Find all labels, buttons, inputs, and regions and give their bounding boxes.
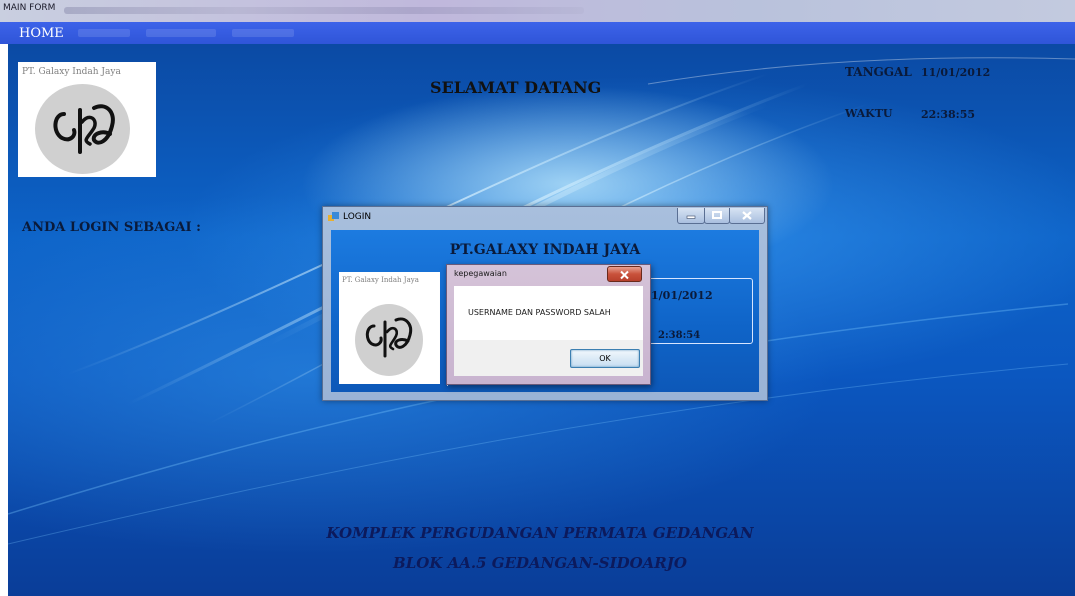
menu-item-home[interactable]: HOME bbox=[19, 26, 64, 41]
close-button[interactable] bbox=[729, 208, 765, 224]
company-logo-panel: PT. Galaxy Indah Jaya bbox=[18, 62, 156, 177]
maximize-button[interactable] bbox=[704, 208, 730, 224]
login-time-value: 2:38:54 bbox=[658, 330, 701, 341]
close-icon bbox=[620, 270, 629, 280]
login-cia-logo-icon bbox=[365, 317, 413, 358]
menu-bar: HOME bbox=[0, 22, 1075, 44]
minimize-icon bbox=[686, 215, 696, 219]
app-icon bbox=[328, 212, 339, 221]
message-box-text: USERNAME DAN PASSWORD SALAH bbox=[468, 308, 611, 317]
time-value: 22:38:55 bbox=[921, 108, 976, 121]
error-message-box: kepegawaian USERNAME DAN PASSWORD SALAH … bbox=[446, 264, 651, 385]
login-heading: PT.GALAXY INDAH JAYA bbox=[449, 242, 641, 258]
address-line-1: KOMPLEK PERGUDANGAN PERMATA GEDANGAN bbox=[326, 524, 754, 542]
login-as-label: ANDA LOGIN SEBAGAI : bbox=[22, 220, 201, 235]
title-bar-blurred-region bbox=[64, 7, 584, 14]
login-date-value: 1/01/2012 bbox=[651, 289, 713, 302]
date-value: 11/01/2012 bbox=[921, 66, 991, 79]
main-title-bar: MAIN FORM bbox=[0, 0, 1075, 22]
minimize-button[interactable] bbox=[677, 208, 705, 224]
date-label: TANGGAL bbox=[845, 65, 912, 79]
address-line-2: BLOK AA.5 GEDANGAN-SIDOARJO bbox=[393, 554, 687, 572]
login-logo-panel: PT. Galaxy Indah Jaya bbox=[339, 272, 440, 384]
cia-logo-icon bbox=[53, 104, 115, 154]
message-box-close-button[interactable] bbox=[607, 266, 642, 282]
menu-item-4[interactable] bbox=[232, 29, 294, 37]
maximize-icon bbox=[712, 211, 722, 219]
message-box-content: USERNAME DAN PASSWORD SALAH bbox=[454, 286, 643, 340]
main-window-title: MAIN FORM bbox=[3, 3, 56, 13]
ok-button[interactable]: OK bbox=[570, 349, 640, 368]
login-window-title: LOGIN bbox=[343, 212, 372, 222]
message-box-button-row: OK bbox=[454, 340, 643, 376]
message-box-title: kepegawaian bbox=[454, 269, 507, 278]
welcome-heading: SELAMAT DATANG bbox=[430, 78, 602, 97]
close-icon bbox=[742, 211, 752, 220]
menu-item-3[interactable] bbox=[146, 29, 216, 37]
menu-item-2[interactable] bbox=[78, 29, 130, 37]
time-label: WAKTU bbox=[845, 107, 893, 120]
